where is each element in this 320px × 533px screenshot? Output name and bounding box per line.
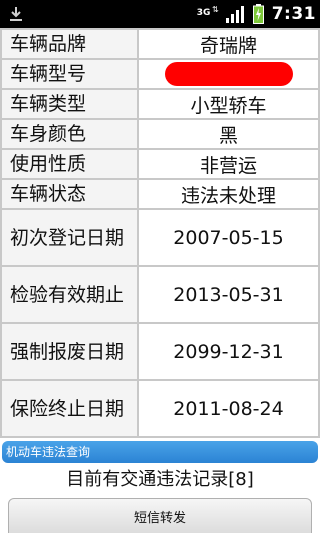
table-row: 使用性质 非营运: [0, 148, 320, 180]
data-activity-arrows-icon: ⇅: [212, 5, 219, 14]
field-value-usage: 非营运: [137, 148, 320, 180]
field-value-inspection-expiry: 2013-05-31: [137, 265, 320, 324]
field-value-insurance-expiry: 2011-08-24: [137, 379, 320, 438]
table-row: 检验有效期止 2013-05-31: [0, 265, 320, 324]
table-row: 车辆型号: [0, 58, 320, 90]
field-label-status: 车辆状态: [0, 178, 139, 210]
field-value-model: [137, 58, 320, 90]
field-value-type: 小型轿车: [137, 88, 320, 120]
field-label-color: 车身颜色: [0, 118, 139, 150]
field-label-model: 车辆型号: [0, 58, 139, 90]
section-header-violation-query: 机动车违法查询: [2, 441, 318, 463]
field-label-brand: 车辆品牌: [0, 28, 139, 60]
status-bar: 3G ⇅ 7:31: [0, 0, 320, 28]
download-notification-icon[interactable]: [8, 5, 24, 23]
table-row: 初次登记日期 2007-05-15: [0, 208, 320, 267]
field-label-type: 车辆类型: [0, 88, 139, 120]
table-row: 车辆类型 小型轿车: [0, 88, 320, 120]
network-type-label: 3G: [196, 8, 211, 18]
field-label-inspection-expiry: 检验有效期止: [0, 265, 139, 324]
violation-summary[interactable]: 目前有交通违法记录[8]: [0, 466, 320, 494]
field-value-scrap-date: 2099-12-31: [137, 322, 320, 381]
sms-forward-button[interactable]: 短信转发: [8, 498, 312, 533]
table-row: 强制报废日期 2099-12-31: [0, 322, 320, 381]
table-row: 车身颜色 黑: [0, 118, 320, 150]
field-label-usage: 使用性质: [0, 148, 139, 180]
field-value-first-registration: 2007-05-15: [137, 208, 320, 267]
field-label-insurance-expiry: 保险终止日期: [0, 379, 139, 438]
table-row: 车辆状态 违法未处理: [0, 178, 320, 210]
field-label-first-registration: 初次登记日期: [0, 208, 139, 267]
signal-strength-icon: [225, 6, 244, 23]
field-value-color: 黑: [137, 118, 320, 150]
network-3g-icon: 3G ⇅: [197, 4, 219, 24]
field-value-brand: 奇瑞牌: [137, 28, 320, 60]
redaction-mark: [164, 62, 293, 86]
battery-charging-icon: [252, 4, 264, 24]
table-row: 车辆品牌 奇瑞牌: [0, 28, 320, 60]
field-value-status: 违法未处理: [137, 178, 320, 210]
vehicle-info-table: 车辆品牌 奇瑞牌 车辆型号 车辆类型 小型轿车 车身颜色 黑 使用性质 非营运 …: [0, 28, 320, 438]
clock: 7:31: [271, 4, 316, 24]
table-row: 保险终止日期 2011-08-24: [0, 379, 320, 438]
field-label-scrap-date: 强制报废日期: [0, 322, 139, 381]
